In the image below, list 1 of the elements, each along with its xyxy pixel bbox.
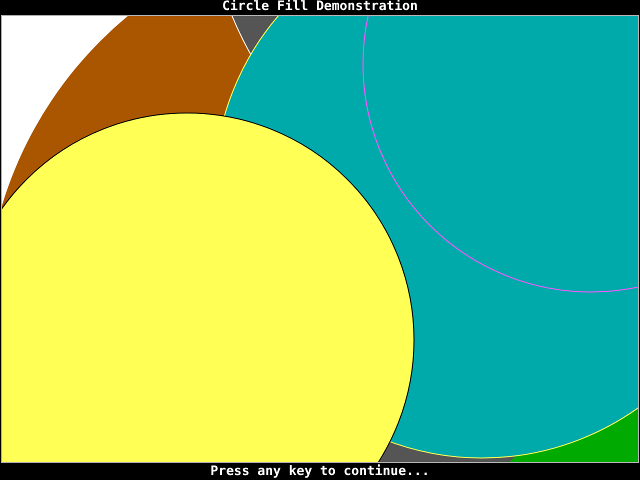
status-message: Press any key to continue... — [210, 464, 430, 478]
